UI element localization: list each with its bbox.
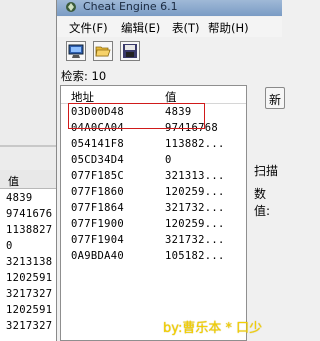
toolbar bbox=[57, 39, 282, 65]
table-row[interactable]: 077F1900 120259... bbox=[61, 217, 246, 233]
computer-icon bbox=[68, 44, 84, 58]
row-value: 120259... bbox=[165, 186, 225, 198]
save-disk-icon bbox=[123, 44, 137, 58]
background-header-label: 值 bbox=[8, 175, 19, 188]
table-row[interactable]: 054141F8 113882... bbox=[61, 137, 246, 153]
row-address: 077F1860 bbox=[71, 186, 124, 198]
window-title: Cheat Engine 6.1 bbox=[83, 0, 178, 13]
row-value: 321732... bbox=[165, 202, 225, 214]
menu-bar: 文件(F) 编辑(E) 表(T) 帮助(H) bbox=[57, 17, 282, 37]
title-bar[interactable]: Cheat Engine 6.1 bbox=[57, 0, 282, 16]
menu-file[interactable]: 文件(F) bbox=[69, 20, 108, 36]
row-value: 321732... bbox=[165, 234, 225, 246]
highlight-box bbox=[68, 103, 205, 129]
open-file-button[interactable] bbox=[93, 41, 113, 61]
row-address: 077F185C bbox=[71, 170, 124, 182]
value-label: 数值: bbox=[254, 187, 271, 218]
row-value: 113882... bbox=[165, 138, 225, 150]
row-address: 054141F8 bbox=[71, 138, 124, 150]
select-process-button[interactable] bbox=[66, 41, 86, 61]
table-row[interactable]: 077F1904 321732... bbox=[61, 233, 246, 249]
new-scan-button[interactable]: 新 bbox=[265, 87, 285, 109]
background-list-value: 3217327 bbox=[6, 320, 53, 332]
table-row[interactable]: 0A9BDA40 105182... bbox=[61, 249, 246, 265]
row-address: 077F1900 bbox=[71, 218, 124, 230]
menu-edit[interactable]: 编辑(E) bbox=[121, 20, 160, 36]
background-list-value: 3213138 bbox=[6, 256, 53, 268]
background-list-value: 9741676 bbox=[6, 208, 53, 220]
row-value: 105182... bbox=[165, 250, 225, 262]
cheat-engine-logo-icon bbox=[66, 2, 76, 12]
row-address: 077F1904 bbox=[71, 234, 124, 246]
watermark: by:曹乐本 * 口少 bbox=[163, 321, 263, 336]
background-divider bbox=[0, 145, 62, 147]
background-list-value: 0 bbox=[6, 240, 13, 252]
table-row[interactable]: 077F1864 321732... bbox=[61, 201, 246, 217]
folder-open-icon bbox=[95, 46, 111, 57]
background-list-value: 1202591 bbox=[6, 304, 53, 316]
row-address: 05CD34D4 bbox=[71, 154, 124, 166]
scan-type-label: 扫描 bbox=[254, 164, 279, 178]
row-value: 0 bbox=[165, 154, 172, 166]
found-count-label: 检索: 10 bbox=[61, 69, 107, 83]
background-list-value: 4839 bbox=[6, 192, 33, 204]
background-list-value: 1202591 bbox=[6, 272, 53, 284]
menu-table[interactable]: 表(T) bbox=[172, 20, 200, 36]
table-row[interactable]: 05CD34D4 0 bbox=[61, 153, 246, 169]
row-value: 321313... bbox=[165, 170, 225, 182]
background-list-value: 1138827 bbox=[6, 224, 53, 236]
row-address: 077F1864 bbox=[71, 202, 124, 214]
row-value: 120259... bbox=[165, 218, 225, 230]
table-row[interactable]: 077F185C 321313... bbox=[61, 169, 246, 185]
background-list-value: 3217327 bbox=[6, 288, 53, 300]
table-row[interactable]: 077F1860 120259... bbox=[61, 185, 246, 201]
background-list-header: 值 bbox=[0, 170, 62, 189]
address-list-header: 地址 值 bbox=[61, 86, 246, 104]
save-button[interactable] bbox=[120, 41, 140, 61]
menu-help[interactable]: 帮助(H) bbox=[208, 20, 249, 36]
row-address: 0A9BDA40 bbox=[71, 250, 124, 262]
